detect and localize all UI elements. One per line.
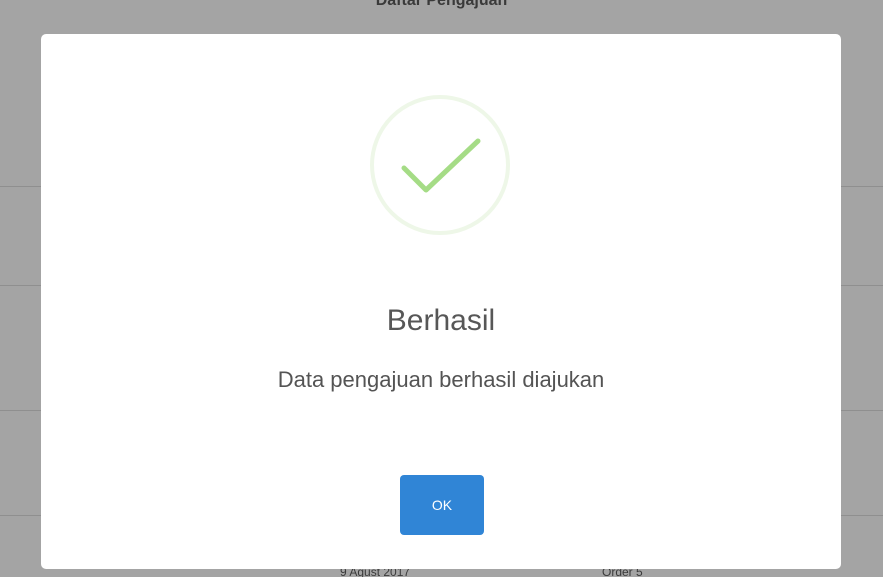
ok-button[interactable]: OK xyxy=(400,475,484,535)
success-dialog: Berhasil Data pengajuan berhasil diajuka… xyxy=(41,34,841,569)
dialog-message: Data pengajuan berhasil diajukan xyxy=(277,367,605,392)
dialog-title: Berhasil xyxy=(386,304,496,337)
background-header-text: Daftar Pengajuan xyxy=(375,0,508,9)
checkmark-success-icon xyxy=(370,95,510,235)
